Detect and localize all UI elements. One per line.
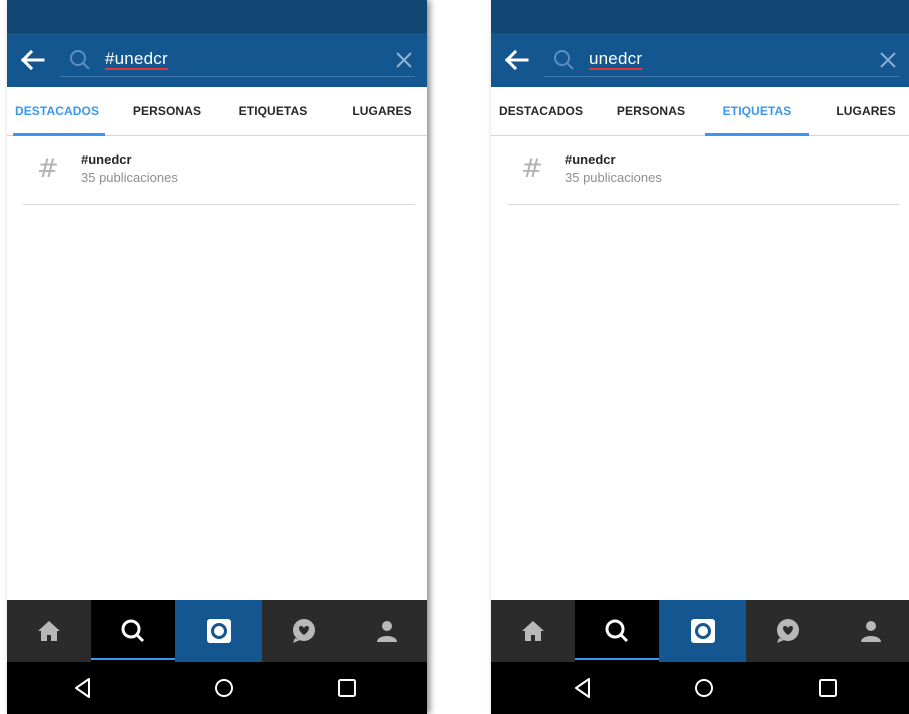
tab-personas[interactable]: PERSONAS xyxy=(117,87,217,135)
camera-icon xyxy=(690,619,715,643)
recents-square-icon[interactable] xyxy=(335,676,359,700)
home-circle-icon[interactable] xyxy=(692,676,716,700)
nav-activity-button[interactable] xyxy=(746,600,830,662)
close-icon[interactable] xyxy=(877,49,899,71)
nav-search-button[interactable] xyxy=(575,600,659,662)
search-input-underline xyxy=(544,76,899,77)
tab-etiquetas[interactable]: ETIQUETAS xyxy=(707,87,807,135)
nav-activity-button[interactable] xyxy=(262,600,346,662)
active-tab-indicator xyxy=(705,133,809,136)
back-arrow-icon[interactable] xyxy=(17,45,47,75)
system-navigation-bar xyxy=(7,662,427,714)
back-arrow-icon[interactable] xyxy=(501,45,531,75)
tab-lugares[interactable]: LUGARES xyxy=(821,87,909,135)
list-item[interactable]: # #unedcr 35 publicaciones xyxy=(23,146,415,205)
bottom-navigation xyxy=(491,600,909,662)
heart-bubble-icon xyxy=(777,619,799,643)
status-bar xyxy=(7,0,427,33)
search-input[interactable]: #unedcr xyxy=(105,49,168,69)
phone-screen-left: #unedcr DESTACADOS PERSONAS ETIQUETAS LU… xyxy=(7,0,427,714)
profile-icon xyxy=(860,621,881,642)
search-tabs: DESTACADOS PERSONAS ETIQUETAS LUGARES xyxy=(491,87,909,136)
search-icon xyxy=(70,50,90,70)
nav-profile-button[interactable] xyxy=(830,600,909,662)
recents-square-icon[interactable] xyxy=(816,676,840,700)
active-tab-indicator xyxy=(13,133,105,136)
profile-icon xyxy=(376,621,397,642)
search-input-underline xyxy=(60,76,415,77)
close-icon[interactable] xyxy=(393,49,415,71)
tab-lugares[interactable]: LUGARES xyxy=(337,87,427,135)
bottom-navigation xyxy=(7,600,427,662)
search-icon xyxy=(121,619,145,643)
result-post-count: 35 publicaciones xyxy=(81,170,178,185)
search-icon xyxy=(554,50,574,70)
back-triangle-icon[interactable] xyxy=(571,676,595,700)
search-tabs: DESTACADOS PERSONAS ETIQUETAS LUGARES xyxy=(7,87,427,136)
nav-search-button[interactable] xyxy=(91,600,175,662)
phone-screen-right: unedcr DESTACADOS PERSONAS ETIQUETAS LUG… xyxy=(491,0,909,714)
nav-camera-button[interactable] xyxy=(659,600,746,662)
system-navigation-bar xyxy=(491,662,909,714)
search-input[interactable]: unedcr xyxy=(589,49,642,69)
back-triangle-icon[interactable] xyxy=(71,676,95,700)
hashtag-icon: # xyxy=(521,154,543,184)
tab-destacados[interactable]: DESTACADOS xyxy=(7,87,107,135)
home-icon xyxy=(522,621,544,641)
search-header: unedcr xyxy=(491,33,909,87)
hashtag-icon: # xyxy=(37,154,59,184)
result-post-count: 35 publicaciones xyxy=(565,170,662,185)
heart-bubble-icon xyxy=(293,619,315,643)
status-bar xyxy=(491,0,909,33)
list-item[interactable]: # #unedcr 35 publicaciones xyxy=(507,146,899,205)
search-header: #unedcr xyxy=(7,33,427,87)
nav-home-button[interactable] xyxy=(491,600,575,662)
result-tag-name: #unedcr xyxy=(565,152,616,167)
nav-profile-button[interactable] xyxy=(346,600,427,662)
home-circle-icon[interactable] xyxy=(212,676,236,700)
result-tag-name: #unedcr xyxy=(81,152,132,167)
camera-icon xyxy=(206,619,231,643)
home-icon xyxy=(38,621,60,641)
nav-camera-button[interactable] xyxy=(175,600,262,662)
tab-etiquetas[interactable]: ETIQUETAS xyxy=(223,87,323,135)
tab-personas[interactable]: PERSONAS xyxy=(601,87,701,135)
tab-destacados[interactable]: DESTACADOS xyxy=(491,87,591,135)
search-icon xyxy=(605,619,629,643)
nav-home-button[interactable] xyxy=(7,600,91,662)
